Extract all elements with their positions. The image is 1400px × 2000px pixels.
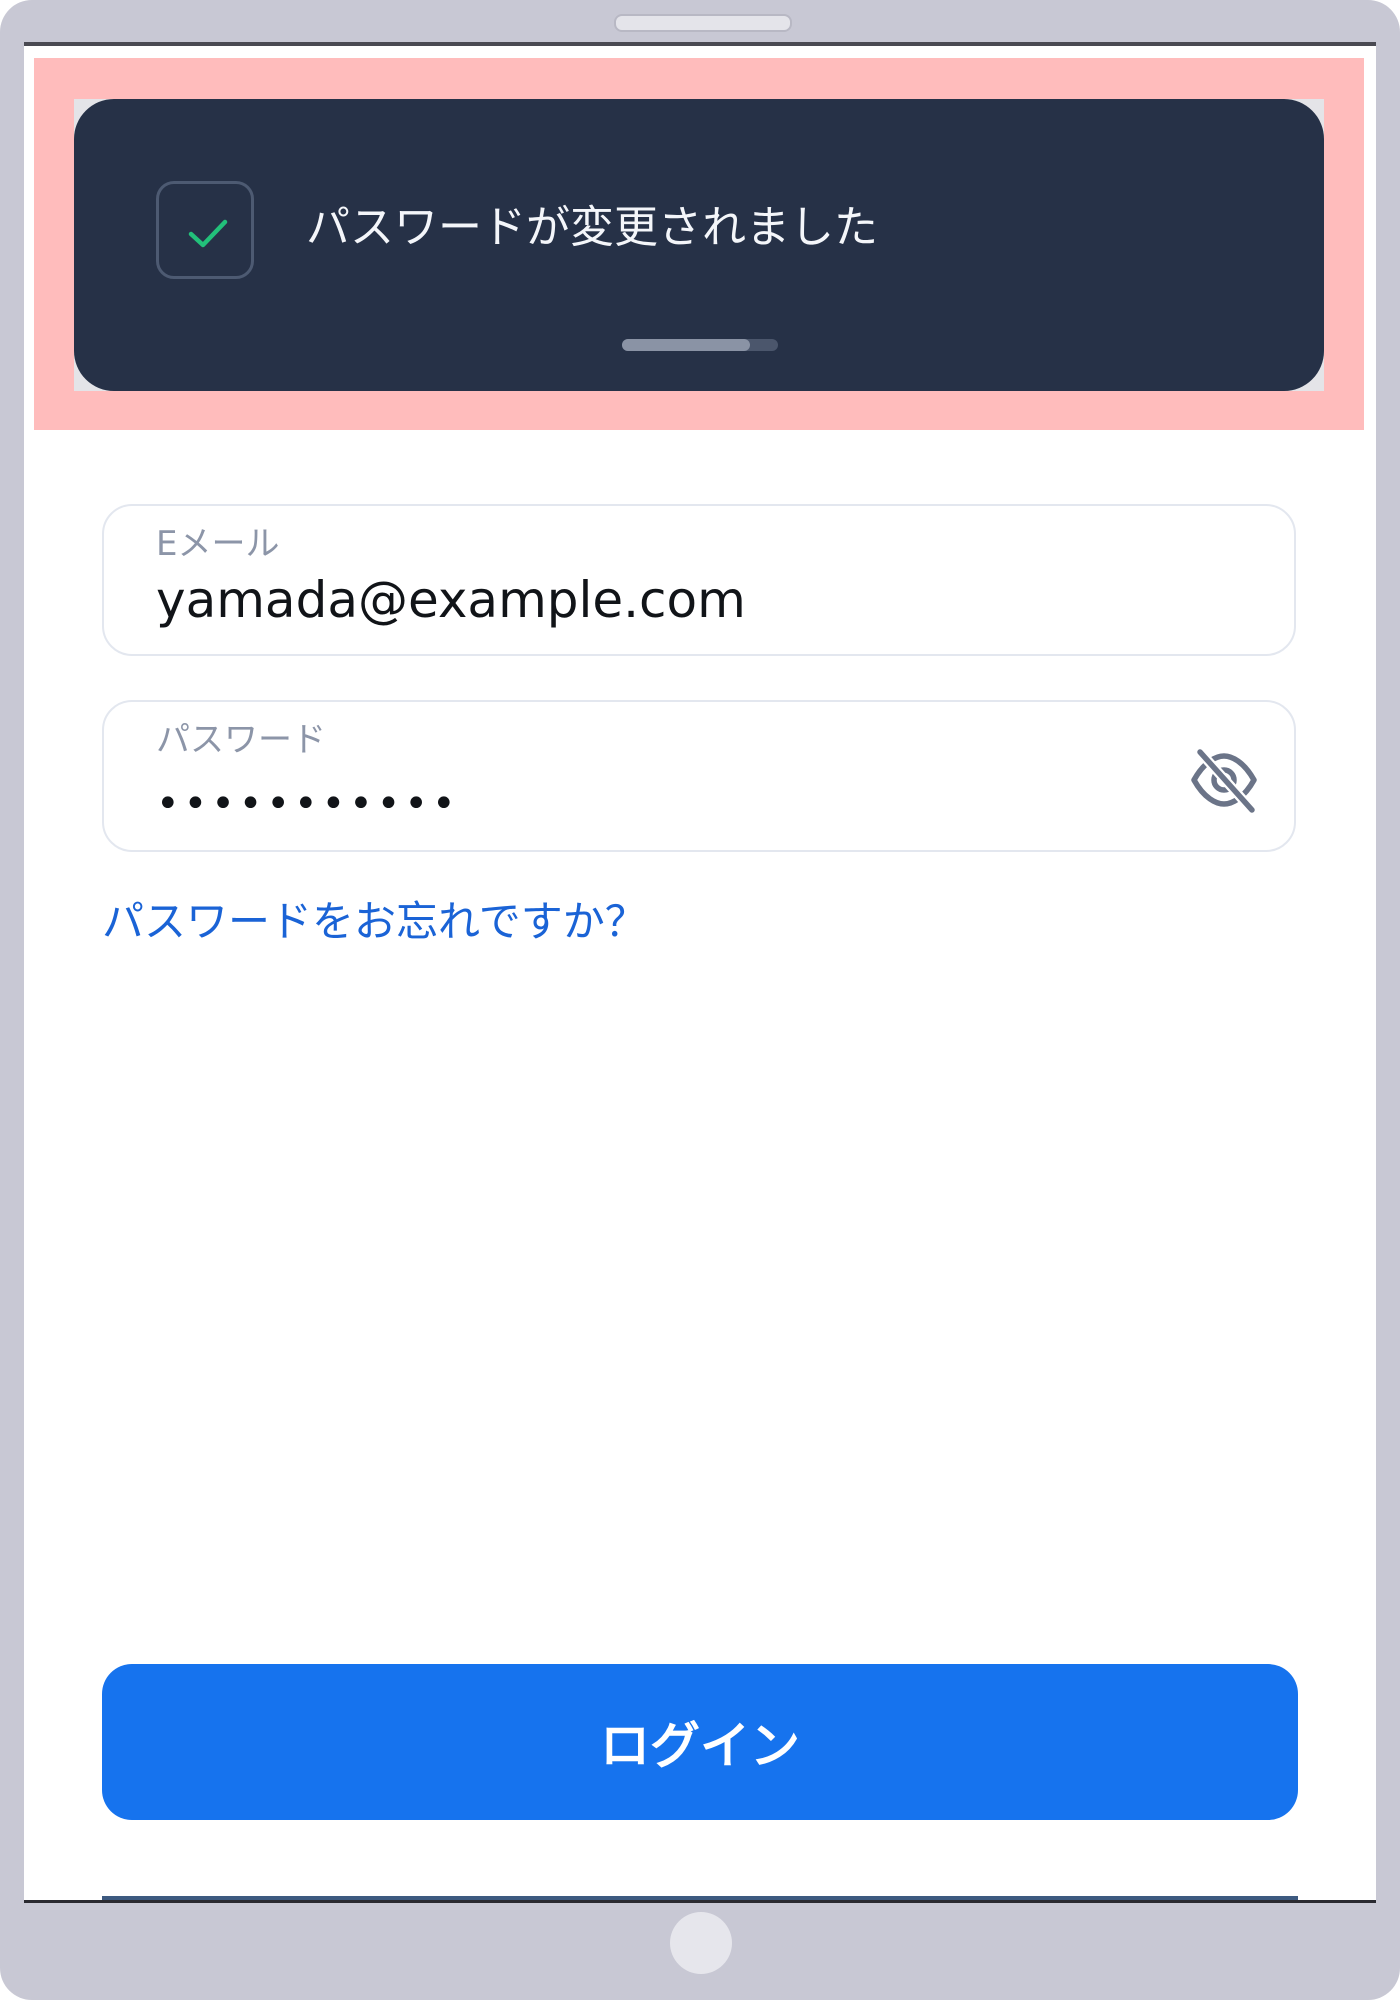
success-toast[interactable]: パスワードが変更されました	[74, 99, 1324, 391]
tablet-frame: パスワードが変更されました Eメール yamada@example.com パス…	[0, 0, 1400, 2000]
email-field-label: Eメール	[156, 524, 280, 564]
toast-progress-fill	[622, 339, 750, 351]
email-field[interactable]: Eメール yamada@example.com	[102, 504, 1296, 656]
device-speaker	[614, 14, 792, 32]
toast-progress-bar	[622, 339, 778, 351]
toast-message: パスワードが変更されました	[306, 202, 878, 253]
password-field-value[interactable]: •••••••••••	[156, 780, 460, 828]
eye-off-icon	[1191, 747, 1257, 815]
login-button[interactable]: ログイン	[102, 1664, 1298, 1820]
app-screen: パスワードが変更されました Eメール yamada@example.com パス…	[24, 42, 1376, 1903]
device-home-button[interactable]	[670, 1912, 732, 1974]
toast-status-icon-box	[156, 181, 254, 279]
password-visibility-toggle[interactable]	[1186, 744, 1262, 816]
password-field-label: パスワード	[156, 720, 326, 760]
forgot-password-link[interactable]: パスワードをお忘れですか？	[102, 894, 647, 950]
password-field[interactable]: パスワード •••••••••••	[102, 700, 1296, 852]
check-icon	[188, 219, 228, 248]
email-field-value[interactable]: yamada@example.com	[156, 568, 746, 632]
bottom-divider	[102, 1896, 1298, 1900]
